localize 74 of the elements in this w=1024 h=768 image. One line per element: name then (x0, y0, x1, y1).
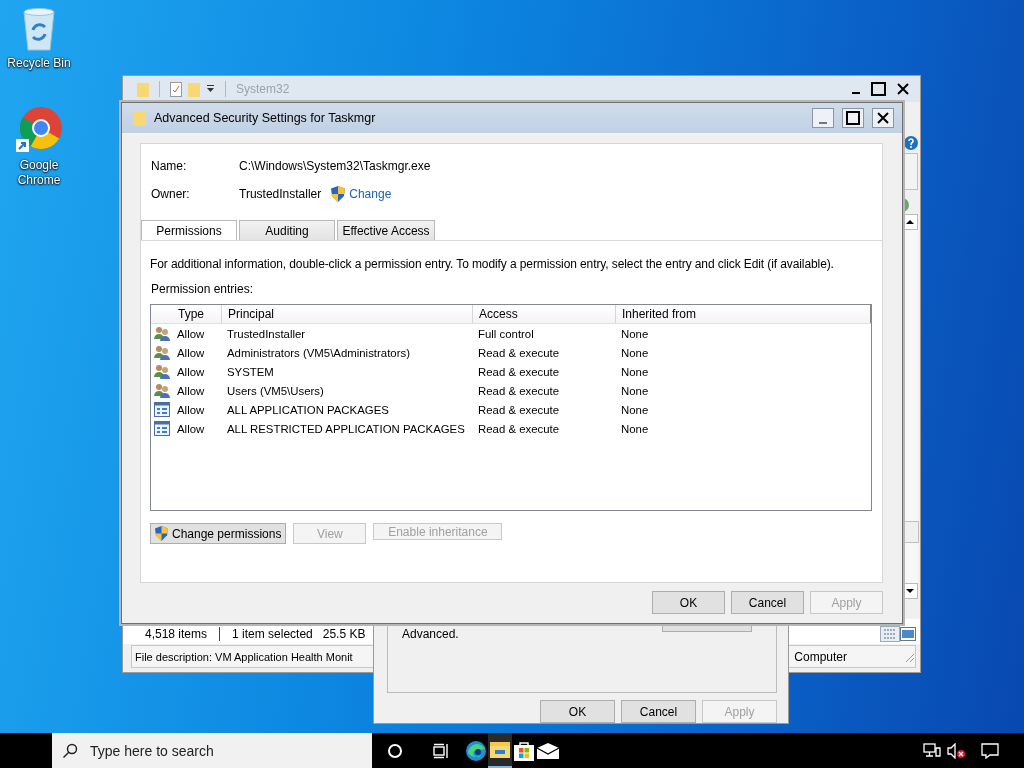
maximize-button[interactable] (842, 108, 864, 128)
tab[interactable]: Auditing (239, 220, 335, 240)
large-icons-view-icon[interactable] (900, 627, 916, 641)
package-icon (153, 402, 170, 417)
owner-name: TrustedInstaller (239, 187, 322, 201)
users-icon (153, 364, 170, 379)
advanced-text: Advanced. (402, 627, 460, 641)
users-icon (153, 345, 170, 360)
tab[interactable]: Permissions (141, 220, 237, 240)
table-cell-text: Users (VM5\Users) (226, 384, 325, 397)
tab[interactable]: Effective Access (337, 220, 435, 240)
column-header[interactable]: Inherited from (616, 305, 871, 323)
table-cell-text: Read & execute (477, 403, 561, 416)
table-cell-text: Read & execute (477, 346, 561, 359)
users-icon (153, 383, 170, 398)
table-cell-text: Read & execute (477, 422, 561, 435)
table-cell-text: Read & execute (477, 365, 561, 378)
users-icon (153, 326, 170, 341)
table-cell-text: None (620, 403, 650, 416)
table-cell-text: Administrators (VM5\Administrators) (226, 346, 411, 359)
search-icon (62, 742, 78, 759)
table-cell-text: SYSTEM (226, 365, 275, 378)
shield-icon (331, 186, 346, 202)
close-icon (876, 111, 890, 125)
table-cell-text: Allow (176, 327, 206, 340)
table-cell-text: None (620, 422, 650, 435)
change-owner-link[interactable]: Change (349, 187, 392, 201)
close-button[interactable] (894, 81, 912, 97)
table-cell-text: Allow (176, 346, 206, 359)
action-button[interactable]: Change permissions (150, 523, 287, 544)
column-header[interactable]: Principal (222, 305, 473, 323)
table-cell-text: Read & execute (477, 384, 561, 397)
column-header[interactable]: Type (151, 305, 222, 323)
table-cell-text: None (620, 346, 650, 359)
maximize-button[interactable] (870, 81, 888, 97)
table-cell-text: ALL APPLICATION PACKAGES (226, 403, 390, 416)
table-cell-text: Allow (176, 422, 206, 435)
folder-app-icon[interactable] (488, 733, 512, 768)
table-cell-text: Full control (477, 327, 535, 340)
package-icon (153, 421, 170, 436)
minimize-icon (819, 121, 827, 124)
status-text: 4,518 items (145, 627, 208, 641)
dialog-title: Advanced Security Settings for Taskmgr (154, 111, 376, 125)
entries-label: Permission entries: (151, 282, 255, 296)
table-cell-text: Allow (176, 403, 206, 416)
field-label: Name: (151, 159, 188, 173)
table-cell-text: ALL RESTRICTED APPLICATION PACKAGES (226, 422, 466, 435)
search-field[interactable]: Type here to search (52, 733, 372, 768)
help-icon[interactable] (904, 136, 918, 150)
table-cell-text: None (620, 365, 650, 378)
properties-icon[interactable] (170, 81, 182, 97)
dialog-button[interactable]: OK (540, 700, 615, 723)
chrome-shortcut-icon[interactable] (15, 106, 63, 154)
status-text: 25.5 KB (322, 627, 366, 641)
dialog-button[interactable]: Cancel (731, 591, 804, 614)
column-header[interactable]: Access (473, 305, 616, 323)
dropdown-icon[interactable] (206, 85, 215, 93)
file-description: File description: VM Application Health Monit (135, 650, 353, 663)
field-label: Owner: (151, 187, 191, 201)
folder-icon (134, 110, 146, 126)
file-path: C:\Windows\System32\Taskmgr.exe (239, 159, 431, 173)
table-cell-text: TrustedInstaller (226, 327, 307, 340)
table-cell-text: Allow (176, 384, 206, 397)
zone-text: Computer (794, 649, 847, 664)
table-cell-text: None (620, 327, 650, 340)
maximize-icon (846, 111, 860, 125)
dialog-button[interactable]: Cancel (621, 700, 696, 723)
status-text: 1 item selected (232, 627, 313, 641)
close-button[interactable] (872, 108, 894, 128)
info-text: For additional information, double-click a permission entry. To modify a permission entry, select the entry and click Edit (if available). (150, 257, 835, 271)
dialog-button[interactable]: OK (652, 591, 725, 614)
table-cell-text: None (620, 384, 650, 397)
table-cell-text: Allow (176, 365, 206, 378)
window-title: System32 (236, 82, 290, 96)
